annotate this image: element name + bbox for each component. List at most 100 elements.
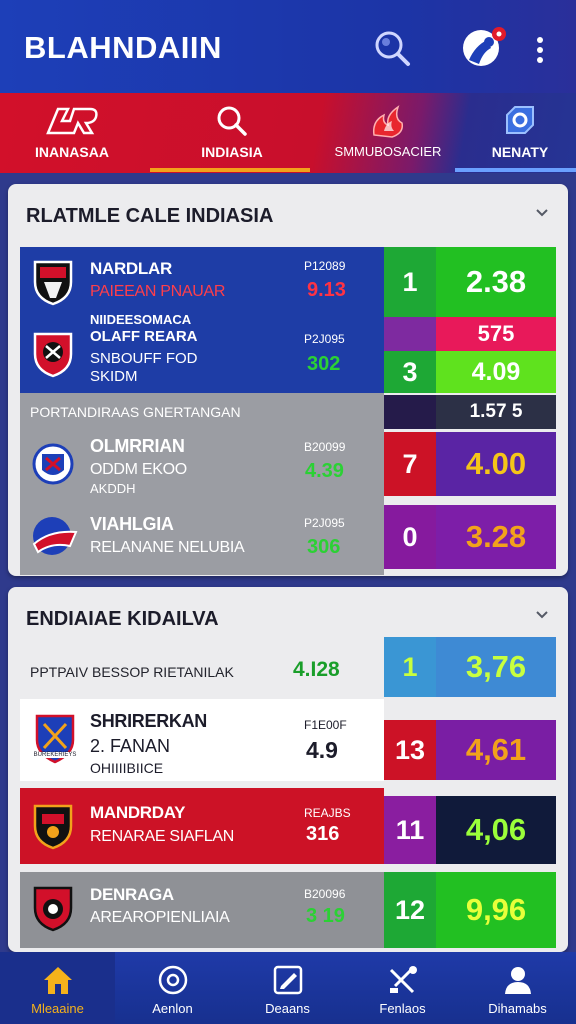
odds-box[interactable]: 3,76 — [436, 637, 556, 697]
odds-box[interactable]: 2.38 — [436, 247, 556, 317]
user-icon — [502, 964, 534, 1001]
tab-indicator-secondary — [455, 168, 576, 172]
team-crest-icon — [32, 330, 74, 378]
home-icon — [40, 964, 76, 1001]
team-crest-icon — [32, 440, 74, 488]
profile-icon[interactable] — [461, 26, 509, 70]
team-name: DENRAGA — [90, 885, 174, 904]
odds-box[interactable]: 1 — [384, 247, 436, 317]
nav-label: Aenlon — [152, 1001, 193, 1016]
group-subheader: PPTPAIV BESSOP RIETANILAK — [30, 664, 234, 680]
odds-box[interactable]: 4.09 — [436, 351, 556, 393]
odds-box[interactable]: 4,61 — [436, 720, 556, 780]
team-name: MANDRDAY — [90, 803, 186, 822]
target-icon — [157, 964, 189, 1001]
team-subtitle-line1: ODDM EKOO — [90, 461, 187, 478]
match-code: P12089 — [304, 259, 346, 273]
match-stat: 302 — [307, 353, 341, 375]
tab-indiasia[interactable]: INDIASIA — [160, 93, 304, 173]
match-code: REAJBS — [304, 806, 351, 820]
match-stat: 9.13 — [307, 279, 346, 301]
team-subtitle: RENARAE SIAFLAN — [90, 828, 234, 845]
odds-box[interactable]: 1.57 5 — [436, 395, 556, 429]
odds-box[interactable]: 12 — [384, 872, 436, 948]
nav-item-aenlon[interactable]: Aenlon — [115, 952, 230, 1024]
team-subtitle: AREAROPIENLIAIA — [90, 909, 230, 926]
team-crest-icon — [32, 802, 74, 850]
logo-icon — [44, 105, 100, 142]
nav-item-fenlaos[interactable]: Fenlaos — [345, 952, 460, 1024]
match-code: F1E00F — [304, 718, 347, 732]
team-name: VIAHLGIA — [90, 514, 174, 534]
team-subtitle-line1: SNBOUFF FOD — [90, 350, 198, 367]
team-name-line2: OLAFF REARA — [90, 328, 198, 345]
tab-label: SMMUBOSACIER — [334, 144, 442, 159]
search-icon — [215, 105, 249, 142]
more-vertical-icon[interactable] — [536, 36, 544, 64]
nav-label: Deaans — [265, 1001, 310, 1016]
team-subtitle-line2: OHIIIIBIICE — [90, 760, 164, 776]
odds-box-blank[interactable] — [384, 317, 436, 351]
match-stat: 4.I28 — [293, 658, 340, 681]
match-stat: 4.39 — [305, 460, 344, 482]
nav-item-deaans[interactable]: Deaans — [230, 952, 345, 1024]
team-subtitle-line2: SKIDM — [90, 368, 138, 385]
crest-caption: BUREKERIEYS — [29, 752, 81, 758]
top-tabs: INANASAA INDIASIA SMMUBOSACIER NENATY — [0, 93, 576, 173]
odds-box-blank[interactable] — [384, 395, 436, 429]
nav-label: Fenlaos — [379, 1001, 426, 1016]
odds-box[interactable]: 0 — [384, 505, 436, 569]
bottom-nav: Mleaaine Aenlon Deaans Fenlaos Dihamabs — [0, 952, 576, 1024]
team-crest-icon — [32, 884, 74, 932]
match-code: B20099 — [304, 440, 346, 454]
odds-box[interactable]: 13 — [384, 720, 436, 780]
chevron-down-icon[interactable] — [535, 608, 549, 622]
tab-nenaty[interactable]: NENATY — [448, 93, 576, 173]
section-title: RLATMLE CALE INDIASIA — [26, 205, 274, 227]
tools-icon — [387, 964, 419, 1001]
odds-box[interactable]: 11 — [384, 796, 436, 864]
odds-box[interactable]: 4.00 — [436, 432, 556, 496]
match-stat: 306 — [307, 536, 341, 558]
match-code: P2J095 — [304, 332, 345, 346]
fire-icon — [368, 105, 408, 144]
team-crest-icon — [32, 258, 74, 306]
match-stat: 3 19 — [306, 905, 345, 927]
odds-box[interactable]: 7 — [384, 432, 436, 496]
chevron-down-icon[interactable] — [535, 206, 549, 220]
team-subtitle-line2: AKDDH — [90, 481, 136, 496]
match-stat: 316 — [306, 823, 340, 845]
odds-box[interactable]: 3 — [384, 351, 436, 393]
team-name: OLMRRIAN — [90, 436, 185, 456]
match-stat: 4.9 — [306, 737, 338, 763]
tab-label: INDIASIA — [201, 144, 263, 160]
nav-item-home[interactable]: Mleaaine — [0, 952, 115, 1024]
tab-label: INANASAA — [35, 144, 109, 160]
team-subtitle: RELANANE NELUBIA — [90, 539, 245, 556]
edit-icon — [272, 964, 304, 1001]
tab-smmubosacier[interactable]: SMMUBOSACIER — [316, 93, 460, 173]
tab-label: NENATY — [491, 144, 549, 160]
team-crest-icon — [30, 512, 78, 560]
team-name-line1: NIIDEESOMACA — [90, 312, 192, 327]
nav-label: Mleaaine — [31, 1001, 84, 1016]
odds-box[interactable]: 4,06 — [436, 796, 556, 864]
active-tab-indicator — [150, 168, 310, 172]
section-title: ENDIAIAE KIDAILVA — [26, 608, 219, 630]
odds-box[interactable]: 3.28 — [436, 505, 556, 569]
tab-inanasaa[interactable]: INANASAA — [0, 93, 144, 173]
nav-item-dihamabs[interactable]: Dihamabs — [460, 952, 575, 1024]
team-subtitle: PAIEEAN PNAUAR — [90, 283, 226, 300]
match-code: P2J095 — [304, 516, 345, 530]
odds-box[interactable]: 575 — [436, 317, 556, 351]
team-crest-icon — [28, 712, 82, 770]
team-subtitle-line1: 2. FANAN — [90, 736, 171, 756]
search-icon[interactable] — [372, 28, 412, 68]
odds-box[interactable]: 9,96 — [436, 872, 556, 948]
tag-icon — [503, 105, 537, 142]
group-subheader: PORTANDIRAAS GNERTANGAN — [30, 404, 241, 420]
team-name: SHRIRERKAN — [90, 711, 208, 731]
odds-box[interactable]: 1 — [384, 637, 436, 697]
nav-label: Dihamabs — [488, 1001, 547, 1016]
app-title: BLAHNDAIIN — [24, 30, 222, 65]
